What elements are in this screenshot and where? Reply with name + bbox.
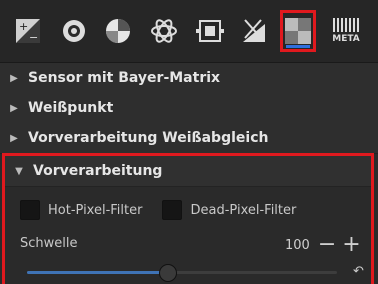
raw-tab[interactable] — [236, 10, 272, 52]
expand-arrow-icon: ▶ — [10, 72, 18, 84]
color-icon — [106, 19, 130, 43]
detail-icon — [63, 20, 85, 42]
panel-preprocessing-header[interactable]: ▼ Vorverarbeitung — [5, 156, 371, 187]
threshold-row: Schwelle — [20, 236, 140, 251]
svg-text:−: − — [29, 31, 38, 44]
plus-icon[interactable]: + — [342, 234, 360, 256]
advanced-tab[interactable] — [146, 10, 182, 52]
svg-text:+: + — [19, 20, 28, 33]
reset-icon[interactable]: ↶ — [353, 264, 364, 279]
advanced-icon — [151, 19, 177, 43]
raw-tab-icon — [285, 18, 311, 44]
panel-title: Sensor mit Bayer-Matrix — [28, 70, 221, 86]
panel-sensor-bayer[interactable]: ▶ Sensor mit Bayer-Matrix — [0, 63, 378, 94]
slider-knob[interactable] — [159, 264, 177, 282]
transform-tab[interactable] — [192, 10, 228, 52]
expand-arrow-icon: ▶ — [10, 132, 18, 144]
panel-preprocess-white-balance[interactable]: ▶ Vorverarbeitung Weißabgleich — [0, 123, 378, 154]
dead-pixel-label: Dead-Pixel-Filter — [190, 202, 297, 218]
panel-title: Weißpunkt — [28, 100, 114, 116]
threshold-label: Schwelle — [20, 236, 78, 251]
exposure-tab[interactable]: + − — [10, 10, 46, 52]
panel-preprocessing: ▼ Vorverarbeitung Hot-Pixel-Filter Dead-… — [2, 153, 374, 284]
raw-preprocessing-tab[interactable] — [280, 10, 316, 52]
dead-pixel-checkbox[interactable] — [162, 200, 183, 220]
slider-fill — [27, 271, 167, 274]
threshold-slider[interactable]: ↶ — [5, 262, 377, 284]
detail-tab[interactable] — [56, 10, 92, 52]
meta-icon: META — [332, 18, 360, 44]
color-tab[interactable] — [100, 10, 136, 52]
filter-options-row: Hot-Pixel-Filter Dead-Pixel-Filter — [20, 200, 371, 220]
minus-icon[interactable]: − — [318, 234, 336, 256]
panel-title: Vorverarbeitung — [33, 163, 163, 179]
transform-icon — [196, 20, 224, 42]
threshold-spinner[interactable]: 100 − + — [285, 234, 361, 256]
tool-tabs-bar: + − META — [0, 0, 378, 62]
metadata-tab[interactable]: META — [328, 10, 364, 52]
meta-label: META — [332, 34, 360, 44]
threshold-value[interactable]: 100 — [285, 238, 310, 253]
hot-pixel-checkbox[interactable] — [20, 200, 40, 220]
panel-title: Vorverarbeitung Weißabgleich — [28, 130, 269, 146]
collapse-arrow-icon: ▼ — [15, 165, 23, 177]
expand-arrow-icon: ▶ — [10, 102, 18, 114]
active-tab-indicator — [286, 45, 310, 48]
panel-white-point[interactable]: ▶ Weißpunkt — [0, 93, 378, 124]
hot-pixel-label: Hot-Pixel-Filter — [48, 202, 143, 218]
raw-icon — [243, 19, 265, 42]
exposure-icon: + − — [16, 19, 40, 44]
